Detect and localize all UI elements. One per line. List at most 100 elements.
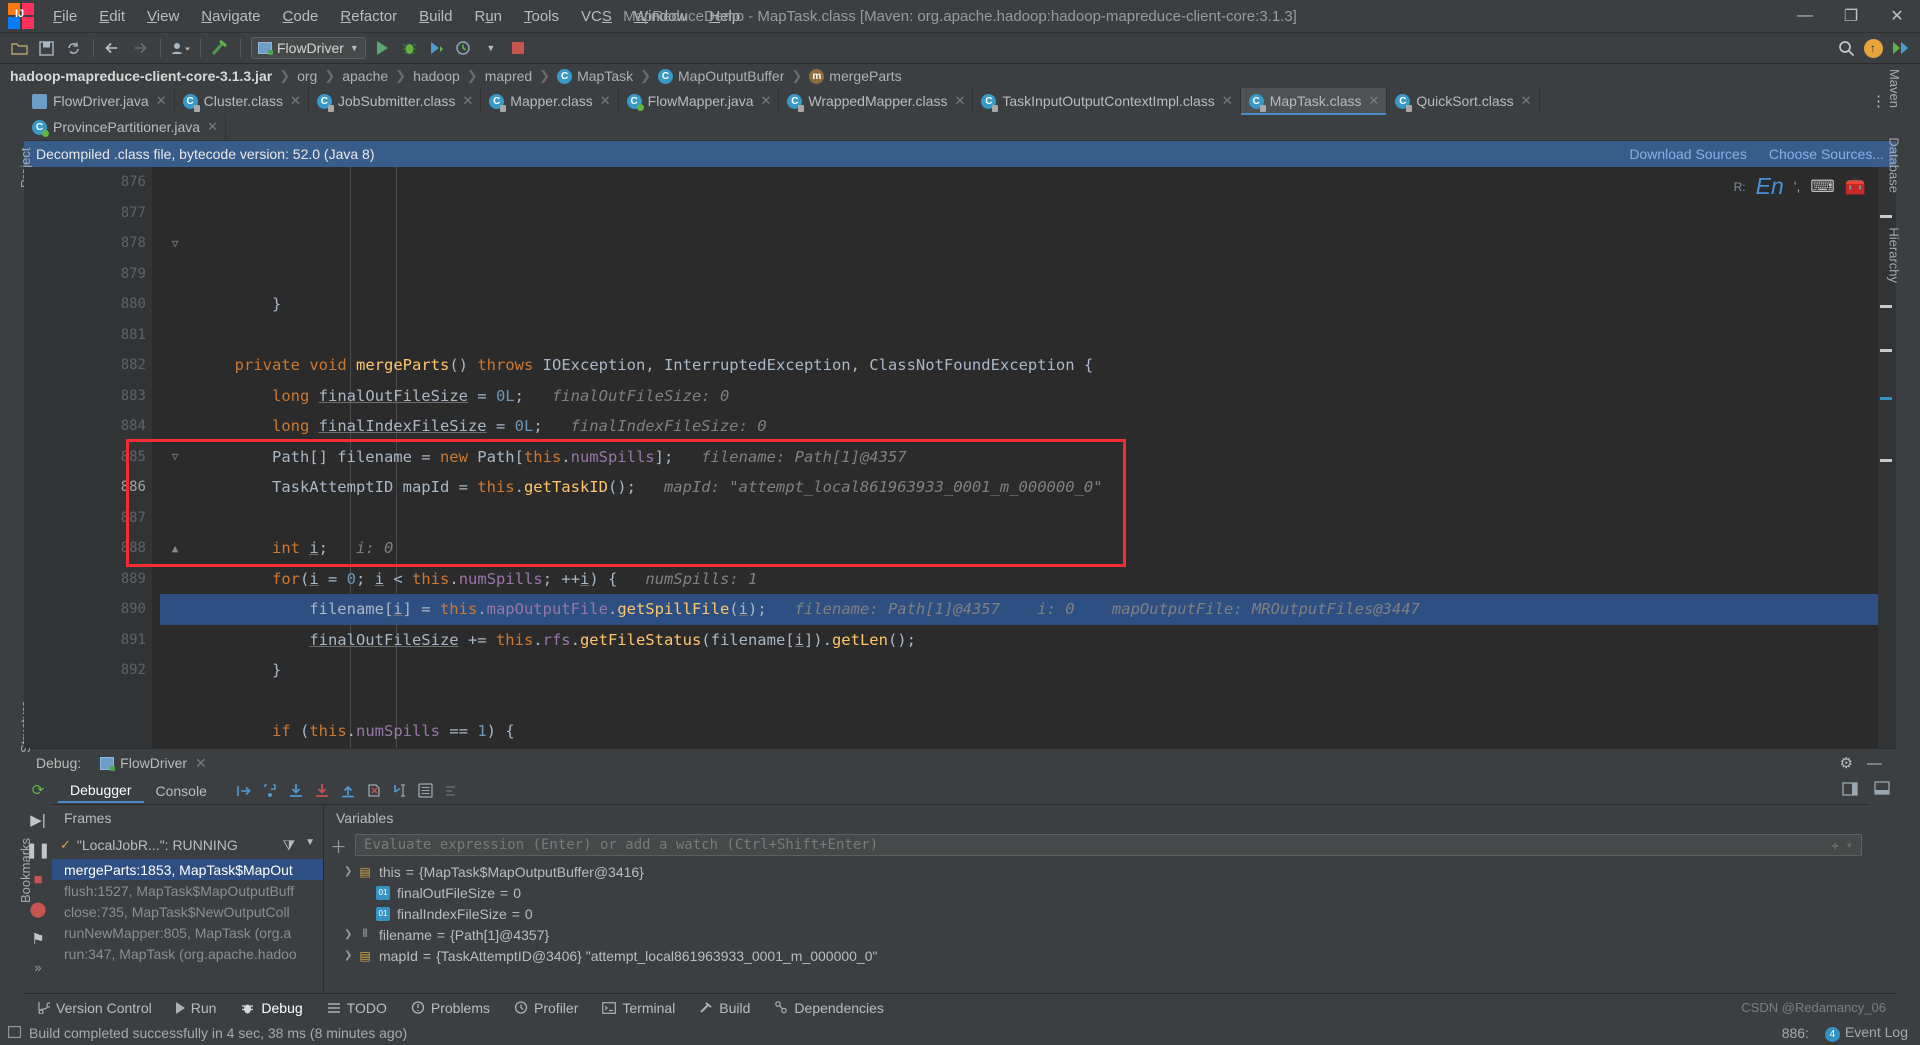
close-icon[interactable]: ✕	[954, 93, 965, 109]
minimize-icon[interactable]: —	[1867, 755, 1882, 772]
tab-flowmapper-java[interactable]: C FlowMapper.java ✕	[618, 88, 780, 114]
code-editor[interactable]: 876 877 878 ▽ 879 880 881 882 883 884 885 ▽ 886 887 88…	[24, 167, 1896, 748]
menu-item-file[interactable]: File	[42, 5, 88, 28]
frame-item[interactable]: flush:1527, MapTask$MapOutputBuff	[52, 880, 323, 901]
code-line[interactable]: }	[160, 289, 1878, 320]
line-number[interactable]: 882	[24, 350, 152, 381]
variable-row[interactable]: 01 finalOutFileSize = 0	[324, 882, 1868, 903]
close-icon[interactable]: ✕	[761, 93, 772, 109]
debug-session-tab[interactable]: FlowDriver ✕	[95, 753, 212, 774]
variable-row[interactable]: ❯ ⦀ filename = {Path[1]@4357}	[324, 924, 1868, 945]
close-icon[interactable]: ✕	[1369, 93, 1380, 109]
line-number[interactable]: 880	[24, 289, 152, 320]
breadcrumb-item-mapred[interactable]: mapred	[485, 68, 532, 84]
back-icon[interactable]	[100, 36, 126, 60]
event-log-button[interactable]: 4 Event Log	[1824, 1024, 1908, 1042]
line-number[interactable]: 887	[24, 503, 152, 534]
code-line[interactable]: long finalIndexFileSize = 0L; finalIndex…	[160, 411, 1878, 442]
code-content[interactable]: } private void mergeParts() throws IOExc…	[152, 167, 1878, 748]
bottom-tool-version-control[interactable]: Version Control	[24, 1000, 164, 1016]
add-watch-icon[interactable]: ＋	[330, 833, 347, 858]
menu-item-tools[interactable]: Tools	[513, 5, 570, 28]
run-to-cursor-icon[interactable]	[389, 781, 411, 801]
gear-icon[interactable]: ⚙	[1840, 754, 1853, 772]
build-hammer-icon[interactable]	[207, 36, 233, 60]
bottom-tool-build[interactable]: Build	[687, 1000, 762, 1016]
sidebar-item-bookmarks[interactable]: Bookmarks	[18, 838, 33, 903]
code-line[interactable]: }	[160, 655, 1878, 686]
force-step-into-icon[interactable]	[311, 781, 333, 801]
update-badge-icon[interactable]: ↑	[1860, 36, 1886, 60]
evaluate-expression-icon[interactable]	[415, 781, 437, 801]
en-input-icon[interactable]: En	[1756, 173, 1784, 200]
code-line[interactable]: long finalOutFileSize = 0L; finalOutFile…	[160, 381, 1878, 412]
menu-item-view[interactable]: View	[136, 5, 190, 28]
tab-flowdriver-java[interactable]: FlowDriver.java ✕	[24, 88, 175, 114]
breadcrumb-item-maptask[interactable]: MapTask	[577, 68, 633, 84]
close-icon[interactable]: ✕	[462, 93, 473, 109]
tab-taskinputoutputcontextimpl-class[interactable]: C TaskInputOutputContextImpl.class ✕	[973, 88, 1241, 114]
sidebar-item-maven[interactable]: Maven	[1887, 69, 1902, 108]
drop-frame-icon[interactable]	[363, 781, 385, 801]
bottom-tool-terminal[interactable]: Terminal	[590, 1000, 687, 1016]
run-icon[interactable]	[370, 36, 396, 60]
run-configuration-selector[interactable]: FlowDriver ▼	[251, 37, 366, 59]
tab-debugger[interactable]: Debugger	[58, 779, 144, 803]
frame-item[interactable]: run:347, MapTask (org.apache.hadoo	[52, 943, 323, 964]
menu-item-refactor[interactable]: Refactor	[329, 5, 408, 28]
expand-arrow-icon[interactable]: ❯	[344, 929, 358, 940]
breadcrumb-item-hadoop[interactable]: hadoop	[413, 68, 460, 84]
line-number[interactable]: 889	[24, 564, 152, 595]
code-line[interactable]	[160, 320, 1878, 351]
line-number[interactable]: 876	[24, 167, 152, 198]
maximize-button[interactable]: ❐	[1828, 0, 1874, 32]
bottom-tool-dependencies[interactable]: Dependencies	[762, 1000, 896, 1016]
line-number[interactable]: 886	[24, 472, 152, 503]
punctuation-icon[interactable]: ʻ,	[1794, 179, 1801, 194]
code-line[interactable]: finalOutFileSize += this.rfs.getFileStat…	[160, 625, 1878, 656]
step-into-icon[interactable]	[285, 781, 307, 801]
code-line[interactable]	[160, 686, 1878, 717]
keyboard-icon[interactable]: ⌨	[1810, 177, 1835, 197]
menu-item-run[interactable]: Run	[463, 5, 513, 28]
thread-selector[interactable]: "LocalJobR...": RUNNING	[77, 837, 238, 853]
line-number[interactable]: 879	[24, 259, 152, 290]
line-number[interactable]: 890▽	[24, 594, 179, 625]
menu-item-window[interactable]: Window	[623, 5, 698, 28]
open-folder-icon[interactable]	[6, 36, 32, 60]
show-execution-point-icon[interactable]	[233, 781, 255, 801]
line-number[interactable]: 892	[24, 655, 152, 686]
editor-gutter[interactable]: 876 877 878 ▽ 879 880 881 882 883 884 885 ▽ 886 887 88…	[24, 167, 179, 748]
bottom-tool-problems[interactable]: Problems	[399, 1000, 502, 1016]
code-line[interactable]: TaskAttemptID mapId = this.getTaskID(); …	[160, 472, 1878, 503]
profiler-icon[interactable]	[451, 36, 477, 60]
menu-item-vcs[interactable]: VCS	[570, 5, 623, 28]
code-line[interactable]: filename[i] = this.mapOutputFile.getSpil…	[160, 594, 1878, 625]
close-icon[interactable]: ✕	[290, 93, 301, 109]
mute-breakpoints-icon[interactable]: ⚑	[31, 930, 44, 948]
profile-icon[interactable]	[167, 36, 193, 60]
evaluate-expression-input[interactable]: Evaluate expression (Enter) or add a wat…	[355, 834, 1862, 856]
breadcrumb-item-apache[interactable]: apache	[342, 68, 388, 84]
menu-item-code[interactable]: Code	[272, 5, 330, 28]
variables-list[interactable]: ❯ ▤ this = {MapTask$MapOutputBuffer@3416} 01 f…	[324, 859, 1868, 993]
code-line[interactable]: Path[] filename = new Path[this.numSpill…	[160, 442, 1878, 473]
code-line[interactable]: this.sameVolRename(filename[0], this.map…	[160, 747, 1878, 749]
bottom-tool-todo[interactable]: TODO	[315, 1000, 399, 1016]
run-with-coverage-icon[interactable]	[424, 36, 450, 60]
sidebar-item-database[interactable]: Database	[1887, 137, 1902, 193]
code-line[interactable]: for(i = 0; i < this.numSpills; ++i) { nu…	[160, 564, 1878, 595]
close-icon[interactable]: ✕	[1521, 93, 1532, 109]
line-number[interactable]: 881	[24, 320, 152, 351]
tab-quicksort-class[interactable]: C QuickSort.class ✕	[1387, 88, 1540, 114]
minimize-button[interactable]: —	[1782, 0, 1828, 32]
expand-arrow-icon[interactable]: ❯	[344, 866, 358, 877]
tab-wrappedmapper-class[interactable]: C WrappedMapper.class ✕	[779, 88, 974, 114]
bottom-tool-debug[interactable]: Debug	[228, 1000, 314, 1016]
close-icon[interactable]: ✕	[600, 93, 611, 109]
menu-item-edit[interactable]: Edit	[88, 5, 136, 28]
frames-list[interactable]: mergeParts:1853, MapTask$MapOut flush:152…	[52, 859, 323, 993]
sidebar-item-hierarchy[interactable]: Hierarchy	[1887, 227, 1902, 283]
tab-maptask-class[interactable]: C MapTask.class ✕	[1240, 88, 1388, 115]
ide-plugin-icon[interactable]	[1887, 36, 1913, 60]
